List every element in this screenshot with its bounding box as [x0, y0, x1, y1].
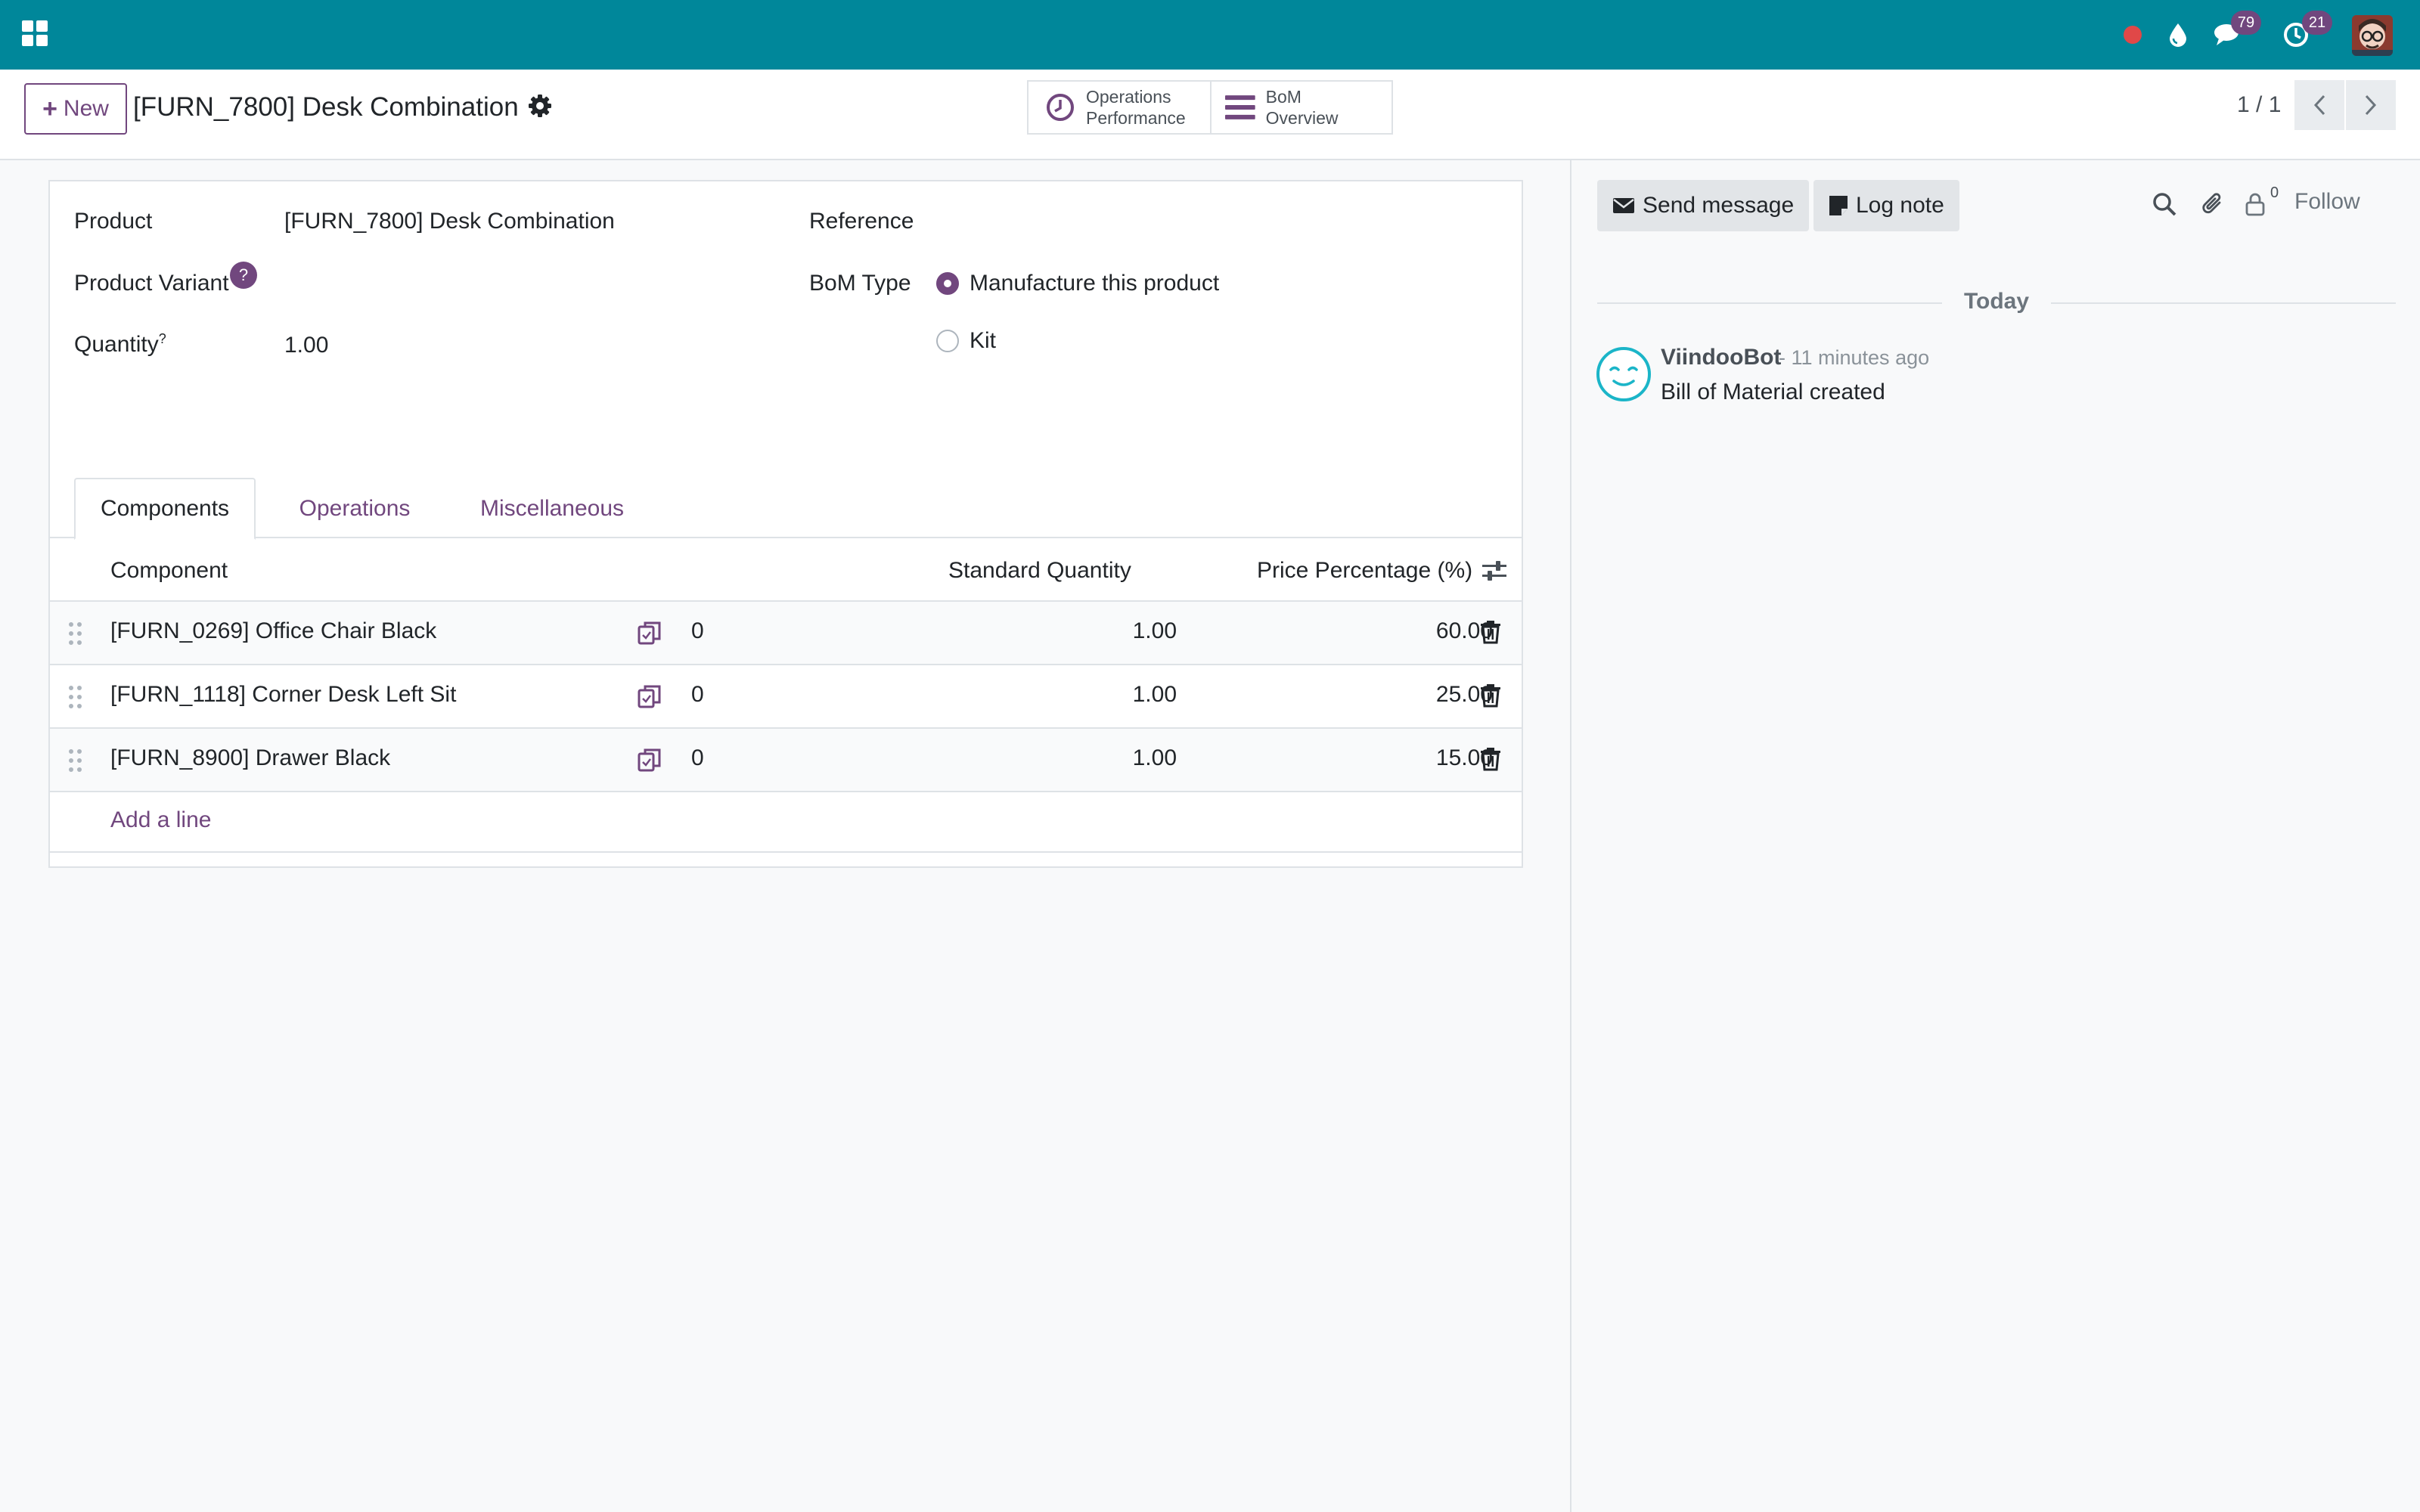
clock-icon [1047, 94, 1074, 121]
header-component[interactable]: Component [110, 558, 228, 584]
message-date: - 11 minutes ago [1779, 346, 1930, 369]
control-panel: + New [FURN_7800] Desk Combination Opera… [0, 70, 2420, 160]
table-row[interactable]: [FURN_8900] Drawer Black 0 1.00 15.00 [50, 729, 1522, 792]
log-note-button[interactable]: Log note [1813, 180, 1959, 231]
gear-icon[interactable] [526, 92, 554, 119]
bars-icon [1225, 95, 1255, 119]
drop-icon[interactable] [2160, 17, 2196, 53]
chevron-left-icon [2313, 94, 2325, 116]
count-cell: 0 [691, 745, 704, 770]
table-header: Component Standard Quantity Price Percen… [50, 540, 1522, 602]
components-table: Component Standard Quantity Price Percen… [50, 540, 1522, 853]
bom-type-label: BoM Type [809, 271, 911, 296]
bom-overview-button[interactable]: BoM Overview [1210, 82, 1392, 133]
pager-previous-button[interactable] [2294, 80, 2344, 130]
tab-operations[interactable]: Operations [281, 478, 428, 540]
tab-miscellaneous[interactable]: Miscellaneous [455, 478, 649, 540]
messages-count-badge: 79 [2231, 11, 2261, 35]
chatter-divider [1570, 160, 1571, 1512]
bom-type-kit-label[interactable]: Kit [970, 328, 996, 354]
copy-icon[interactable] [637, 620, 662, 646]
pager-value[interactable]: 1 / 1 [2237, 92, 2281, 118]
product-variant-help-icon[interactable]: ? [230, 262, 257, 289]
top-navbar: 79 21 [0, 0, 2420, 70]
date-separator-label: Today [1942, 289, 2051, 314]
quantity-help-sup[interactable]: ? [159, 331, 166, 346]
drag-handle-icon[interactable] [68, 685, 83, 709]
table-row[interactable]: [FURN_1118] Corner Desk Left Sit 0 1.00 … [50, 665, 1522, 729]
new-button[interactable]: + New [24, 83, 127, 135]
copy-icon[interactable] [637, 747, 662, 773]
quantity-label: Quantity? [74, 331, 166, 358]
bom-overview-label: BoM Overview [1265, 87, 1339, 128]
apps-menu-icon[interactable] [21, 20, 48, 47]
note-icon [1829, 196, 1848, 215]
copy-icon[interactable] [637, 683, 662, 709]
table-row[interactable]: [FURN_0269] Office Chair Black 0 1.00 60… [50, 602, 1522, 665]
component-cell[interactable]: [FURN_8900] Drawer Black [110, 745, 390, 771]
trash-icon[interactable] [1479, 620, 1502, 644]
standard-quantity-cell[interactable]: 1.00 [1133, 745, 1177, 771]
optional-columns-icon[interactable] [1481, 558, 1508, 584]
quantity-field[interactable]: 1.00 [284, 333, 328, 358]
trash-icon[interactable] [1479, 683, 1502, 708]
bom-type-manufacture-label[interactable]: Manufacture this product [970, 271, 1219, 296]
log-note-label: Log note [1856, 193, 1944, 218]
message-author[interactable]: ViindooBot [1661, 345, 1781, 370]
header-price-percentage[interactable]: Price Percentage (%) [1257, 558, 1472, 584]
table-body: [FURN_0269] Office Chair Black 0 1.00 60… [50, 602, 1522, 792]
follow-button[interactable]: Follow [2294, 189, 2360, 215]
standard-quantity-cell[interactable]: 1.00 [1133, 682, 1177, 708]
tab-components[interactable]: Components [74, 478, 256, 540]
add-line-row: Add a line [50, 792, 1522, 853]
header-standard-quantity[interactable]: Standard Quantity [948, 558, 1131, 584]
operations-performance-line1: Operations [1086, 87, 1171, 107]
smart-buttons: Operations Performance BoM Overview [1027, 80, 1393, 135]
send-message-label: Send message [1643, 193, 1795, 218]
count-cell: 0 [691, 618, 704, 643]
product-label: Product [74, 209, 153, 234]
operations-performance-button[interactable]: Operations Performance [1028, 82, 1210, 133]
add-line-link[interactable]: Add a line [110, 807, 211, 833]
user-avatar[interactable] [2352, 15, 2393, 56]
notebook-tabs: Components Operations Miscellaneous [50, 478, 1522, 540]
bom-type-manufacture-radio[interactable] [936, 272, 959, 295]
chevron-right-icon [2365, 94, 2377, 116]
paperclip-icon[interactable] [2198, 189, 2228, 219]
drag-handle-icon[interactable] [68, 621, 83, 646]
new-button-label: New [63, 96, 109, 121]
search-icon[interactable] [2149, 189, 2180, 219]
followers-count: 0 [2270, 184, 2279, 201]
drag-handle-icon[interactable] [68, 748, 83, 773]
envelope-icon [1613, 198, 1634, 213]
count-cell: 0 [691, 682, 704, 707]
followers-lock-icon[interactable] [2240, 189, 2270, 219]
record-title: [FURN_7800] Desk Combination [133, 92, 519, 122]
message-body: Bill of Material created [1661, 380, 1885, 404]
component-cell[interactable]: [FURN_1118] Corner Desk Left Sit [110, 682, 456, 708]
pager-next-button[interactable] [2346, 80, 2396, 130]
activities-count-badge: 21 [2302, 11, 2332, 35]
form-sheet: Product [FURN_7800] Desk Combination Pro… [48, 180, 1523, 868]
record-status-icon[interactable] [2114, 17, 2151, 53]
product-variant-label: Product Variant [74, 271, 229, 296]
bom-type-kit-radio[interactable] [936, 330, 959, 352]
operations-performance-line2: Performance [1086, 108, 1186, 128]
trash-icon[interactable] [1479, 747, 1502, 771]
bot-avatar[interactable] [1596, 346, 1652, 402]
component-cell[interactable]: [FURN_0269] Office Chair Black [110, 618, 436, 644]
send-message-button[interactable]: Send message [1597, 180, 1810, 231]
standard-quantity-cell[interactable]: 1.00 [1133, 618, 1177, 644]
product-field[interactable]: [FURN_7800] Desk Combination [284, 209, 615, 234]
quantity-label-text: Quantity [74, 332, 159, 357]
plus-icon: + [42, 94, 57, 123]
reference-label: Reference [809, 209, 914, 234]
